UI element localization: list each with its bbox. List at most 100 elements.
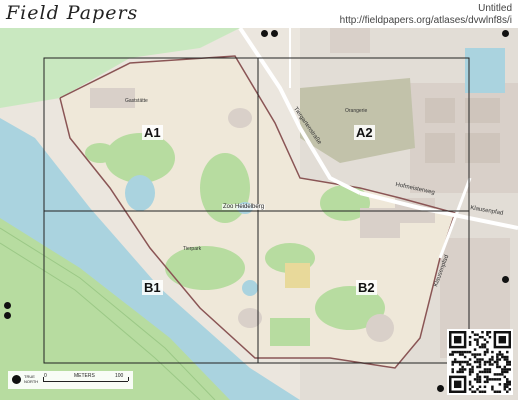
qr-module <box>466 363 469 366</box>
qr-module <box>471 390 474 393</box>
qr-module <box>498 390 502 393</box>
qr-module <box>476 378 479 381</box>
qr-module <box>481 358 484 361</box>
scale-end: 100 <box>115 373 124 379</box>
qr-module <box>501 355 504 359</box>
qr-module <box>506 390 509 393</box>
qr-module <box>491 378 494 381</box>
qr-module <box>506 350 509 354</box>
grid-label-b1[interactable]: B1 <box>142 280 163 295</box>
north-label-line2: NORTH <box>24 379 39 384</box>
qr-module <box>506 385 509 389</box>
qr-module <box>473 355 477 359</box>
map-marker-icon[interactable] <box>4 312 11 319</box>
qr-module <box>461 353 464 356</box>
grid-label-a1[interactable]: A1 <box>142 125 163 140</box>
qr-code-graphic <box>449 331 511 393</box>
qr-module <box>496 373 499 376</box>
qr-module <box>506 383 509 386</box>
qr-module <box>458 353 462 356</box>
qr-module <box>496 358 499 361</box>
qr-module <box>476 375 479 379</box>
qr-module <box>473 333 477 336</box>
qr-finder <box>453 335 462 344</box>
qr-module <box>496 378 499 381</box>
qr-module <box>463 368 467 371</box>
qr-module <box>478 390 482 393</box>
qr-module <box>483 360 487 364</box>
qr-module <box>496 360 499 364</box>
qr-module <box>471 331 474 334</box>
place-label-zoo: Zoo Heidelberg <box>222 204 266 210</box>
qr-module <box>453 358 457 361</box>
map-marker-icon[interactable] <box>437 385 444 392</box>
qr-module <box>488 331 492 334</box>
qr-module <box>468 335 472 339</box>
grid-label-b2[interactable]: B2 <box>356 280 377 295</box>
qr-module <box>493 378 497 381</box>
qr-module <box>476 343 479 346</box>
qr-module <box>468 370 472 374</box>
qr-module <box>498 373 502 376</box>
qr-module <box>483 345 487 349</box>
qr-module <box>463 350 467 354</box>
qr-module <box>486 331 489 334</box>
qr-module <box>503 370 507 374</box>
qr-module <box>478 335 482 339</box>
qr-module <box>476 365 479 369</box>
map-marker-icon[interactable] <box>261 30 268 37</box>
qr-module <box>481 390 484 393</box>
map-marker-icon[interactable] <box>502 30 509 37</box>
qr-module <box>508 368 511 371</box>
qr-finder <box>498 335 507 344</box>
grid-label-a2[interactable]: A2 <box>354 125 375 140</box>
qr-module <box>483 343 487 346</box>
qr-module <box>491 363 494 366</box>
scale-tick <box>128 377 129 381</box>
qr-module <box>491 388 494 391</box>
building <box>425 98 455 123</box>
qr-module <box>471 370 474 374</box>
qr-module <box>498 383 502 386</box>
qr-module <box>503 368 507 371</box>
map-marker-icon[interactable] <box>271 30 278 37</box>
qr-module <box>468 340 472 344</box>
qr-module <box>478 353 482 356</box>
qr-module <box>506 360 509 364</box>
map-marker-icon[interactable] <box>502 276 509 283</box>
atlas-url[interactable]: http://fieldpapers.org/atlases/dvwlnf8s/… <box>340 15 512 26</box>
qr-module <box>478 380 482 384</box>
map-canvas[interactable]: A1 A2 B1 B2 Tiergartenstraße Hofmeisterw… <box>0 28 518 400</box>
qr-module <box>476 338 479 341</box>
qr-module <box>468 350 472 354</box>
qr-module <box>496 355 499 359</box>
qr-module <box>468 358 472 361</box>
building <box>425 133 455 163</box>
qr-module <box>478 345 482 349</box>
qr-module <box>458 363 462 366</box>
qr-module <box>503 355 507 359</box>
zoo-pond <box>125 175 155 211</box>
qr-module <box>493 390 497 393</box>
qr-module <box>483 390 487 393</box>
qr-module <box>468 368 472 371</box>
qr-module <box>506 378 509 381</box>
qr-module <box>503 358 507 361</box>
qr-module <box>483 350 487 354</box>
qr-module <box>473 390 477 393</box>
qr-code-icon <box>447 329 513 395</box>
map-marker-icon[interactable] <box>4 302 11 309</box>
poi-label: Gaststätte <box>125 98 148 104</box>
qr-module <box>488 370 492 374</box>
scale-start: 0 <box>44 373 47 379</box>
qr-module <box>471 368 474 371</box>
enclosure <box>165 246 245 290</box>
qr-module <box>468 388 472 391</box>
qr-module <box>451 360 454 364</box>
qr-module <box>503 365 507 369</box>
building <box>330 28 370 53</box>
qr-module <box>481 331 484 334</box>
qr-module <box>451 370 454 374</box>
scale-unit: METERS <box>74 373 95 379</box>
qr-module <box>503 385 507 389</box>
